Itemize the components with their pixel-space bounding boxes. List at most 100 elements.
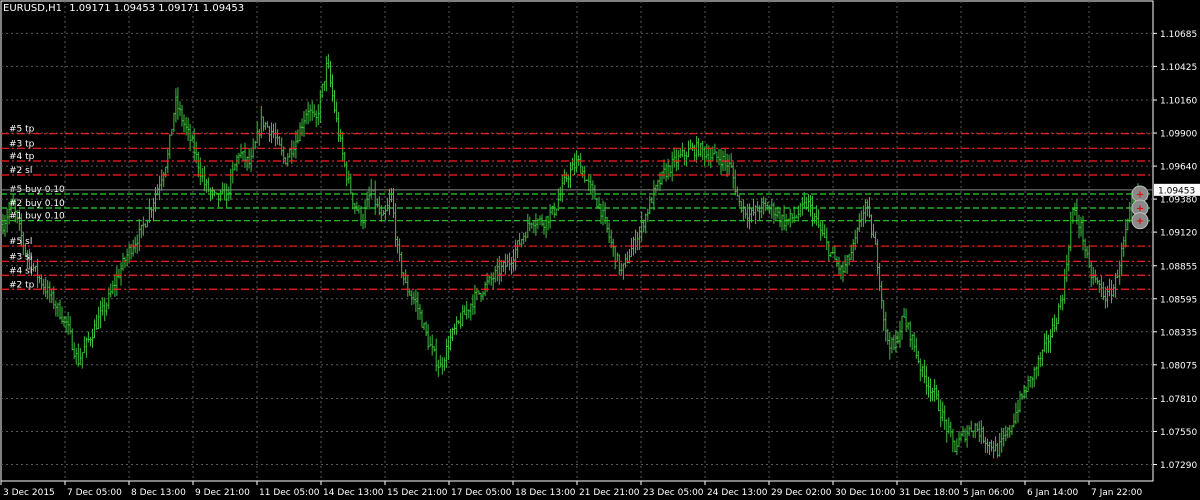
price-bar: [907, 322, 910, 330]
order-level-label: #5 tp: [9, 125, 35, 135]
price-bar: [48, 281, 51, 303]
price-bar: [416, 291, 419, 320]
price-bar: [917, 350, 920, 364]
price-bar: [1047, 334, 1050, 353]
price-bar: [59, 299, 61, 320]
price-bar: [473, 285, 476, 315]
price-bar: [400, 251, 403, 278]
price-bar: [636, 232, 639, 251]
price-chart[interactable]: 1.10685 1.10425 1.10160 1.09900 1.09640 1.093…: [0, 0, 1200, 500]
price-bar: [480, 292, 482, 302]
price-bar: [61, 306, 63, 324]
price-bar: [2, 214, 4, 235]
price-bar: [530, 222, 533, 229]
price-bar: [296, 129, 299, 144]
price-bar: [709, 147, 712, 169]
y-tick-label: 1.08335: [1160, 328, 1197, 338]
price-bar: [117, 268, 120, 279]
price-bar: [504, 253, 507, 275]
x-tick-label: 29 Dec 02:00: [771, 488, 832, 498]
price-bar: [50, 288, 53, 304]
price-bar: [880, 281, 883, 309]
price-bar: [1112, 284, 1115, 298]
price-bar: [964, 428, 967, 443]
price-bar: [46, 280, 49, 300]
price-bar: [250, 147, 253, 172]
price-bar: [1069, 211, 1072, 252]
y-tick-label: 1.09900: [1160, 130, 1197, 140]
price-bar: [728, 154, 731, 176]
price-bar: [884, 311, 887, 342]
price-bar: [553, 202, 556, 218]
price-bar: [608, 222, 611, 243]
price-bar: [770, 199, 773, 219]
price-bar: [136, 234, 139, 254]
price-bar: [994, 436, 997, 452]
y-tick-label: 1.08595: [1160, 295, 1197, 305]
price-bar: [1120, 242, 1123, 276]
price-bar: [388, 188, 391, 216]
price-bar: [734, 169, 737, 196]
price-bar: [705, 143, 708, 160]
x-tick-label: 24 Dec 13:00: [707, 488, 768, 498]
price-bar: [83, 336, 86, 354]
price-bar: [901, 315, 903, 340]
price-bar: [382, 210, 385, 216]
price-bar: [321, 83, 324, 98]
price-bar: [642, 219, 645, 233]
price-bar: [248, 148, 251, 169]
price-bar: [787, 218, 790, 225]
x-tick-label: 5 Jan 06:00: [963, 488, 1015, 498]
price-bar: [1002, 428, 1005, 447]
price-bar: [419, 303, 421, 320]
price-bar: [1086, 246, 1089, 259]
price-bar: [817, 209, 820, 228]
price-bar: [764, 198, 767, 212]
price-bar: [779, 207, 781, 228]
price-bar: [488, 275, 491, 285]
y-tick-label: 1.10685: [1160, 30, 1197, 40]
price-bar: [1071, 207, 1074, 224]
price-bar: [911, 334, 914, 350]
price-bar: [414, 289, 417, 313]
price-bar: [315, 110, 318, 128]
price-bar: [176, 87, 179, 120]
price-bar: [927, 376, 930, 398]
price-bar: [799, 202, 802, 218]
price-bar: [1100, 275, 1103, 297]
price-bar: [563, 169, 566, 185]
price-bar: [421, 309, 423, 328]
price-bar: [693, 144, 696, 161]
price-bar: [756, 201, 759, 212]
price-bar: [1116, 269, 1119, 279]
price-bar: [951, 428, 954, 453]
price-bar: [445, 338, 448, 368]
price-bar: [842, 261, 844, 283]
price-bar: [1053, 314, 1056, 333]
price-bar: [1080, 216, 1082, 237]
price-bar: [838, 256, 840, 275]
price-bar: [1019, 391, 1021, 413]
price-bar: [1102, 281, 1105, 300]
price-bar: [598, 196, 600, 210]
price-bar: [103, 297, 106, 322]
price-bar: [392, 188, 395, 218]
price-bar: [189, 123, 192, 152]
price-bar: [681, 142, 684, 158]
price-bar: [329, 61, 332, 88]
price-bar: [1078, 214, 1080, 239]
price-bar: [168, 134, 171, 159]
price-bar: [947, 417, 950, 434]
price-bar: [939, 399, 942, 428]
price-bar: [498, 255, 501, 285]
price-bar: [697, 138, 700, 157]
price-bar: [1008, 425, 1011, 438]
price-bar: [376, 198, 379, 208]
price-bar: [124, 256, 126, 268]
price-bar: [1012, 413, 1015, 428]
price-bar: [362, 213, 364, 230]
x-tick-label: 18 Dec 13:00: [515, 488, 576, 498]
price-bar: [179, 101, 181, 117]
price-bar: [579, 153, 582, 174]
price-bar: [876, 239, 879, 275]
